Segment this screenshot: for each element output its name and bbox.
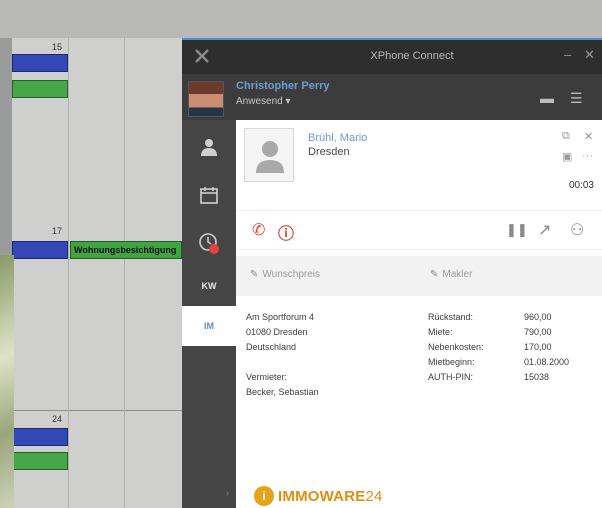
- wish-price-label: Wunschpreis: [262, 269, 321, 280]
- xphone-logo-icon: [195, 49, 209, 63]
- contact-photo: [244, 128, 294, 182]
- utilities-value: 170,00: [524, 342, 552, 352]
- transfer-icon[interactable]: ↗: [538, 220, 551, 240]
- sidebar-item-im[interactable]: IM: [182, 306, 236, 346]
- calendar-event-viewing[interactable]: Wohnungsbesichtigung: [70, 241, 182, 259]
- sidebar-item-history[interactable]: [182, 220, 236, 266]
- sidebar-item-calendar[interactable]: [182, 172, 236, 218]
- landlord-label: Vermieter:: [246, 372, 288, 382]
- brand-suffix: 24: [365, 487, 383, 505]
- avatar[interactable]: [188, 81, 224, 117]
- person-placeholder-icon: [256, 141, 284, 173]
- xphone-window: XPhone Connect – ✕ Christopher Perry Anw…: [182, 38, 602, 508]
- desktop-wallpaper: [0, 255, 14, 508]
- immoware24-logo: i IMMOWARE24: [254, 486, 383, 506]
- call-controls: ✆ ⓘ ❚❚ ↗ ⚇: [236, 210, 602, 250]
- broker-field[interactable]: ✎ Makler: [430, 269, 472, 280]
- conference-icon[interactable]: ⚇: [570, 220, 584, 240]
- rent-value: 790,00: [524, 327, 552, 337]
- rent-label: Miete:: [428, 327, 453, 337]
- sidebar-item-kw[interactable]: KW: [182, 268, 236, 304]
- calendar-event-green[interactable]: [12, 80, 68, 98]
- clock-icon: [199, 233, 219, 254]
- id-card-icon[interactable]: ▣: [562, 150, 572, 163]
- broker-label: Makler: [442, 269, 473, 280]
- window-title: XPhone Connect: [370, 50, 454, 62]
- edit-icon: ✎: [250, 269, 259, 280]
- info-icon[interactable]: ⓘ: [278, 220, 294, 244]
- custom-fields: ✎ Wunschpreis ✎ Makler: [236, 256, 602, 296]
- calendar-event-green[interactable]: [12, 452, 68, 470]
- menu-icon[interactable]: ☰: [570, 90, 583, 107]
- arrears-label: Rückstand:: [428, 312, 474, 322]
- calendar-divider: [12, 410, 182, 411]
- wish-price-field[interactable]: ✎ Wunschpreis: [250, 269, 320, 280]
- auth-pin-value: 15038: [524, 372, 550, 382]
- arrears-value: 960,00: [524, 312, 552, 322]
- lease-start-value: 01.08.2000: [524, 357, 570, 367]
- user-name: Christopher Perry: [236, 80, 330, 92]
- auth-pin-label: AUTH-PIN:: [428, 372, 473, 382]
- presence-status-dropdown[interactable]: Anwesend ▾: [236, 96, 291, 107]
- sidebar-item-contacts[interactable]: [182, 124, 236, 170]
- person-icon: [201, 139, 217, 156]
- edit-icon: ✎: [430, 269, 439, 280]
- collapse-arrow-icon[interactable]: ›: [226, 488, 229, 498]
- chat-icon[interactable]: ▬: [540, 90, 554, 106]
- calendar-grid: 15 17 24 Wohnungsbesichtigung: [12, 38, 182, 508]
- day-number: 17: [52, 226, 63, 236]
- landlord-name: Becker, Sebastian: [246, 387, 319, 397]
- hangup-icon[interactable]: ✆: [252, 220, 265, 240]
- minimize-icon[interactable]: –: [564, 47, 571, 62]
- title-bar[interactable]: XPhone Connect – ✕: [182, 40, 602, 74]
- user-bar: Christopher Perry Anwesend ▾ ▬ ☰: [182, 74, 602, 120]
- sidebar: KW IM ›: [182, 120, 236, 508]
- close-card-icon[interactable]: ✕: [584, 130, 593, 143]
- immoware24-logo-icon: i: [254, 486, 274, 506]
- call-panel: Brühl, Mario Dresden ⧉ ✕ ▣ ··· 00:03 ✆ ⓘ…: [236, 120, 602, 508]
- close-icon[interactable]: ✕: [584, 47, 595, 63]
- contact-name[interactable]: Brühl, Mario: [308, 132, 367, 144]
- address-street: Am Sportforum 4: [246, 312, 315, 322]
- contact-city: Dresden: [308, 146, 350, 158]
- calendar-icon: [200, 187, 218, 204]
- external-link-icon[interactable]: ⧉: [562, 130, 570, 143]
- calendar-divider: [124, 38, 125, 508]
- address-country: Deutschland: [246, 342, 297, 352]
- calendar-event-blue[interactable]: [12, 241, 68, 259]
- address-zip-city: 01080 Dresden: [246, 327, 308, 337]
- lease-start-label: Mietbeginn:: [428, 357, 475, 367]
- call-duration: 00:03: [568, 180, 594, 191]
- day-number: 24: [52, 414, 63, 424]
- background-top: [0, 0, 602, 38]
- calendar-event-blue[interactable]: [12, 428, 68, 446]
- pause-icon[interactable]: ❚❚: [506, 222, 528, 238]
- day-number: 15: [52, 42, 63, 52]
- more-icon[interactable]: ···: [582, 150, 593, 162]
- utilities-label: Nebenkosten:: [428, 342, 484, 352]
- calendar-divider: [68, 38, 69, 508]
- calendar-event-blue[interactable]: [12, 54, 68, 72]
- brand-name: IMMOWARE: [278, 487, 366, 505]
